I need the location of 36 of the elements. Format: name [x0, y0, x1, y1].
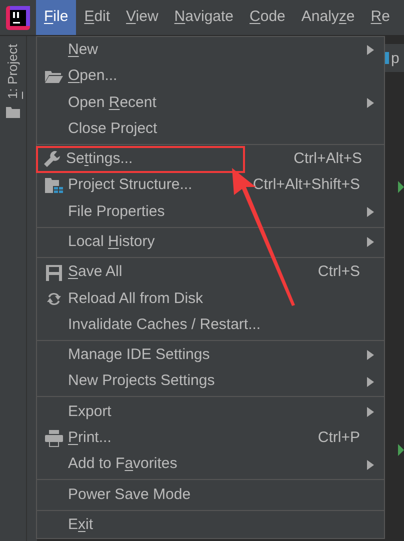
menu-bar-item[interactable]: Code [242, 0, 294, 35]
project-tab[interactable]: 1: Project [3, 44, 23, 99]
run-icon [398, 444, 404, 456]
menu-item[interactable]: New Projects Settings [37, 368, 384, 395]
menu-bar-item[interactable]: File [36, 0, 76, 35]
menu-item[interactable]: Power Save Mode [37, 482, 384, 508]
menu-item[interactable]: Local History [37, 229, 384, 256]
menu-item[interactable]: Export [37, 398, 384, 426]
wrench-icon [42, 150, 60, 168]
menu-item[interactable]: Settings... Ctrl+Alt+S [37, 146, 384, 172]
folder-icon [44, 70, 62, 83]
reload-icon [46, 290, 62, 307]
folder-icon [6, 106, 20, 118]
menu-item[interactable]: File Properties [37, 198, 384, 226]
menu-item[interactable]: Print... Ctrl+P [37, 425, 384, 452]
menu-item[interactable]: Invalidate Caches / Restart... [37, 312, 384, 338]
menu-bar-item[interactable]: Analyze [293, 0, 363, 35]
menu-item[interactable]: New [37, 37, 384, 64]
menu-item[interactable]: Close Project [37, 116, 384, 142]
menu-item[interactable]: Exit [37, 512, 384, 538]
app-logo-icon [6, 6, 30, 30]
menu-item[interactable]: Open... [37, 63, 384, 90]
folder-grid-icon [44, 178, 62, 194]
file-icon [385, 52, 389, 64]
menu-bar-item[interactable]: Re [362, 0, 398, 35]
menu-item[interactable]: Save All Ctrl+S [37, 259, 384, 286]
menu-item[interactable]: Open Recent [37, 90, 384, 116]
menu-item[interactable]: Manage IDE Settings [37, 342, 384, 369]
menu-item[interactable]: Reload All from Disk [37, 286, 384, 312]
menu-bar-item[interactable]: View [118, 0, 166, 35]
menu-bar-item[interactable]: Edit [76, 0, 118, 35]
menu-bar-item[interactable]: Navigate [166, 0, 242, 35]
menu-item[interactable]: Project Structure... Ctrl+Alt+Shift+S [37, 172, 384, 199]
menu-item[interactable]: Add to Favorites [37, 451, 384, 478]
run-icon [398, 181, 404, 193]
printer-icon [44, 430, 62, 447]
